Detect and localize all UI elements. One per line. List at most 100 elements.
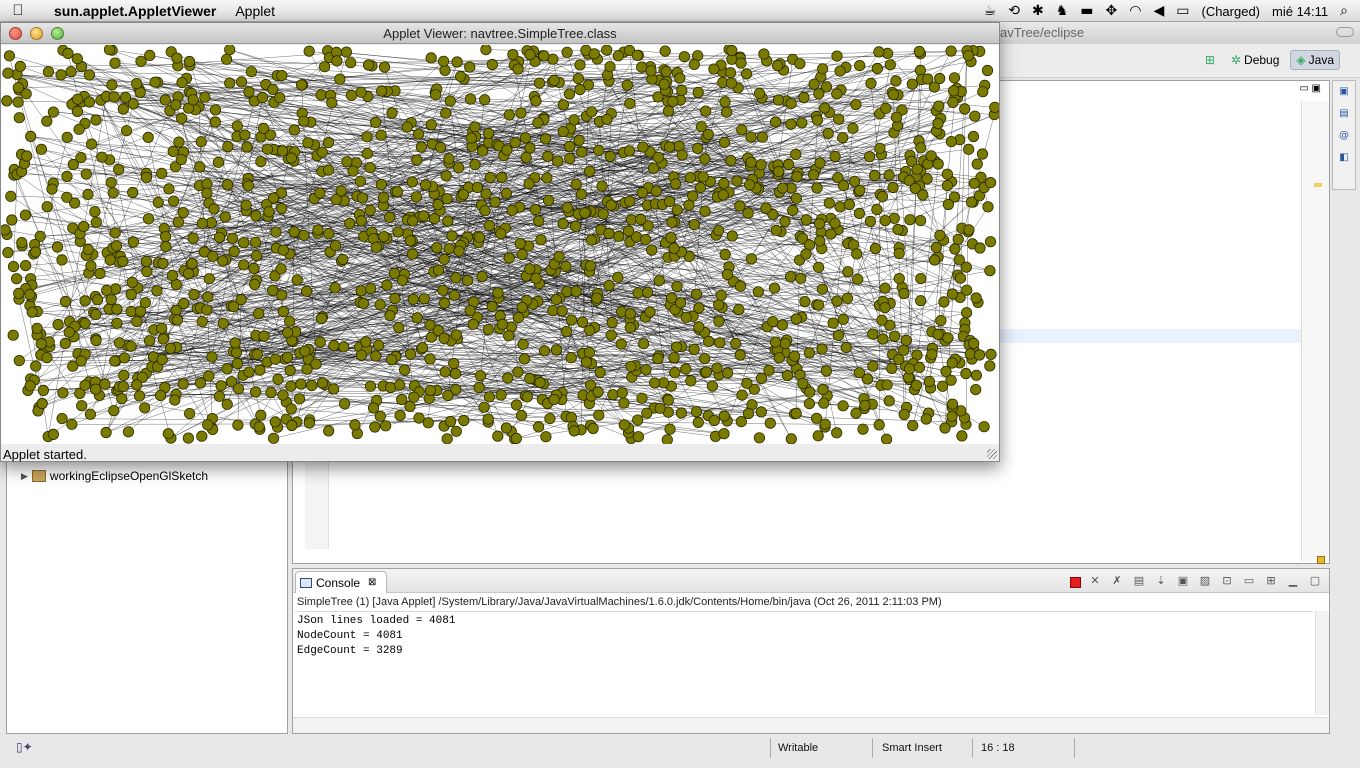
graph-node	[693, 302, 705, 314]
graph-node	[953, 254, 965, 266]
tree-item-project[interactable]: ▶ workingEclipseOpenGlSketch	[21, 469, 208, 483]
javadoc-icon[interactable]: @	[1333, 125, 1355, 147]
graph-node	[742, 207, 754, 219]
graph-node	[250, 210, 262, 222]
clock[interactable]: mié 14:11	[1272, 4, 1328, 19]
graph-node	[925, 150, 937, 162]
graph-node	[893, 247, 905, 259]
graph-node	[391, 186, 403, 198]
spaces-icon[interactable]: ✥	[1106, 3, 1118, 19]
show-on-error-button[interactable]: ▨	[1197, 573, 1213, 589]
graph-node	[258, 330, 270, 342]
graph-node	[521, 391, 533, 403]
close-window-button[interactable]	[9, 27, 22, 40]
apple-menu-icon[interactable]: 	[0, 2, 36, 19]
graph-visualization[interactable]	[1, 45, 999, 444]
graph-node	[662, 105, 675, 117]
graph-node	[568, 425, 580, 437]
app-menu[interactable]: sun.applet.AppletViewer	[54, 3, 216, 19]
declaration-icon[interactable]: ◧	[1333, 147, 1355, 169]
graph-node	[157, 257, 169, 269]
minimize-window-button[interactable]	[30, 27, 43, 40]
applet-menu[interactable]: Applet	[235, 3, 275, 19]
graph-node	[209, 116, 221, 128]
graph-node	[393, 321, 405, 334]
display-console-button[interactable]: ▭	[1241, 573, 1257, 589]
graph-node	[781, 369, 794, 382]
evernote-icon[interactable]: ♞	[1056, 3, 1069, 19]
graph-node	[364, 380, 377, 392]
editor-min-max-controls[interactable]: ▭ ▣	[1299, 83, 1321, 94]
java-perspective-button[interactable]: ◈ Java	[1290, 50, 1340, 70]
remove-all-launches-button[interactable]: ✗	[1109, 573, 1125, 589]
graph-node	[753, 87, 766, 99]
graph-node	[719, 248, 731, 261]
wifi-icon[interactable]: ◠	[1129, 3, 1141, 19]
graph-node	[26, 306, 38, 318]
graph-node	[790, 313, 802, 325]
editor-overview-ruler[interactable]	[1301, 101, 1329, 564]
clear-console-button[interactable]: ▤	[1131, 573, 1147, 589]
terminate-button[interactable]	[1070, 576, 1081, 588]
battery-icon[interactable]: ▭	[1176, 3, 1189, 19]
minimize-view-button[interactable]: ▁	[1285, 573, 1301, 589]
debug-perspective-button[interactable]: ✲ Debug	[1226, 51, 1284, 69]
open-perspective-button[interactable]: ⊞	[1200, 51, 1220, 69]
graph-node	[375, 129, 387, 141]
scroll-lock-button[interactable]: ⇣	[1153, 573, 1169, 589]
graph-node	[31, 322, 43, 334]
console-output[interactable]: JSon lines loaded = 4081 NodeCount = 408…	[295, 611, 1313, 715]
resize-grip[interactable]	[987, 449, 997, 459]
graph-node	[530, 272, 542, 284]
spotlight-search-icon[interactable]: ⌕	[1340, 3, 1348, 19]
console-icon	[300, 577, 312, 588]
warning-marker[interactable]	[1317, 556, 1325, 564]
graph-node	[310, 358, 322, 370]
graph-node	[700, 366, 712, 378]
graph-node	[561, 202, 574, 214]
graph-node	[663, 141, 676, 153]
remove-launch-button[interactable]: ✕	[1087, 573, 1103, 589]
coffee-icon[interactable]: ☕	[984, 3, 997, 19]
applet-title-bar[interactable]: Applet Viewer: navtree.SimpleTree.class	[1, 23, 999, 44]
graph-node	[201, 178, 213, 190]
fast-view-icon[interactable]: ▯✦	[16, 740, 33, 754]
maximize-view-button[interactable]: ▢	[1307, 573, 1323, 589]
open-console-button[interactable]: ⊞	[1263, 573, 1279, 589]
graph-node	[372, 339, 385, 351]
volume-icon[interactable]: ◀	[1153, 3, 1164, 19]
show-on-output-button[interactable]: ▣	[1175, 573, 1191, 589]
graph-node	[106, 79, 118, 91]
graph-node	[688, 219, 700, 231]
open-perspective-icon: ⊞	[1204, 53, 1215, 67]
graph-canvas[interactable]	[1, 45, 999, 444]
graph-node	[690, 288, 703, 300]
console-horizontal-scrollbar[interactable]	[293, 717, 1329, 733]
graph-node	[538, 345, 551, 357]
toolbar-toggle-button[interactable]	[1336, 27, 1354, 37]
tab-console[interactable]: Console ⊠	[295, 571, 387, 593]
graph-node	[942, 198, 955, 211]
annotation-marker[interactable]	[1314, 183, 1322, 187]
console-vertical-scrollbar[interactable]	[1315, 611, 1329, 715]
bluetooth-icon[interactable]: ✱	[1032, 3, 1044, 19]
close-icon[interactable]: ⊠	[368, 577, 376, 588]
pin-console-button[interactable]: ⊡	[1219, 573, 1235, 589]
graph-node	[149, 76, 161, 88]
graph-node	[83, 96, 96, 108]
expand-arrow-icon[interactable]: ▶	[21, 471, 28, 482]
graph-node	[965, 196, 978, 208]
restore-icon[interactable]: ▣	[1333, 81, 1355, 103]
graph-node	[892, 223, 904, 236]
graph-node	[254, 364, 266, 376]
graph-node	[938, 296, 950, 308]
graph-node	[443, 243, 455, 255]
zoom-window-button[interactable]	[51, 27, 64, 40]
graph-node	[173, 136, 185, 148]
battery-status[interactable]: (Charged)	[1201, 4, 1260, 19]
graph-node	[572, 72, 585, 85]
graph-node	[853, 367, 866, 379]
display-icon[interactable]: ▬	[1080, 3, 1093, 19]
outline-icon[interactable]: ▤	[1333, 103, 1355, 125]
sync-icon[interactable]: ⟲	[1008, 3, 1020, 19]
